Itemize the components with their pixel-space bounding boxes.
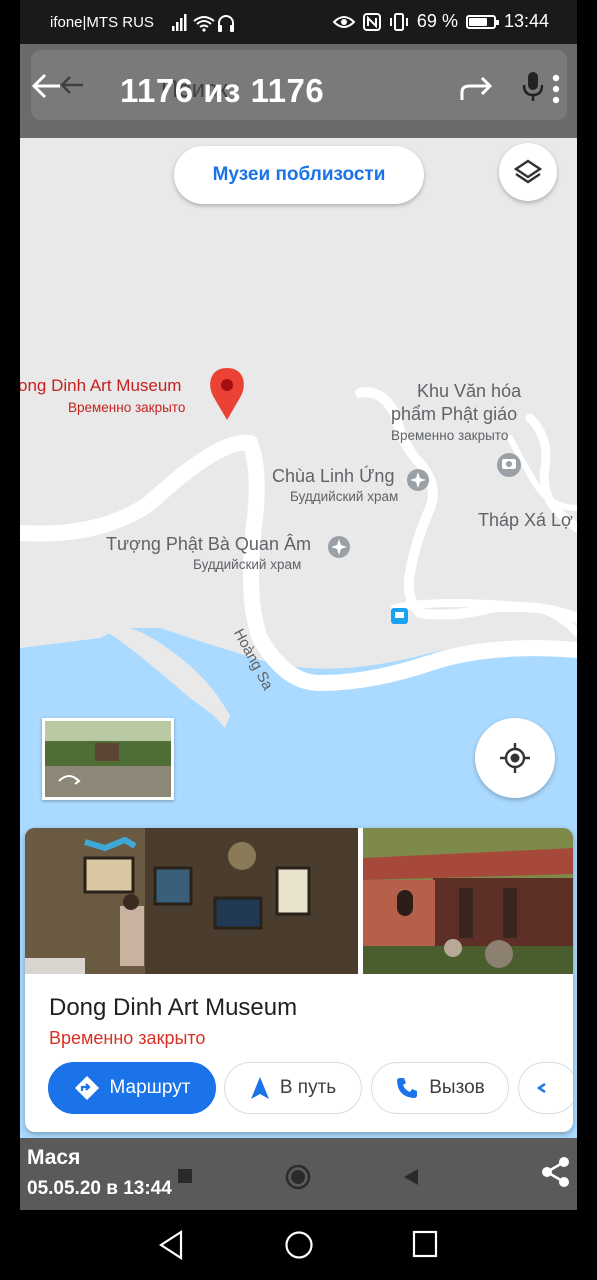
street-view-image [45,721,171,797]
image-counter: 1176 из 1176 [120,72,325,109]
forward-share-icon[interactable] [460,76,494,102]
viewer-top-bar: Поиск 1176 из 1176 [20,44,577,138]
share-icon[interactable] [541,1156,571,1188]
place-actions: Маршрут В путь Вызов [48,1062,573,1114]
route-button[interactable]: Маршрут [48,1062,216,1114]
place-title[interactable]: Dong Dinh Art Museum [49,994,297,1022]
mic-icon[interactable] [522,71,544,103]
back-arrow-icon[interactable] [30,72,62,100]
my-location-icon [500,743,530,773]
battery-level-fill [468,17,487,26]
battery-percent: 69 % [416,11,458,31]
clock: 13:44 [503,11,549,31]
start-navigation-label: В путь [279,1077,337,1098]
call-label: Вызов [429,1077,485,1098]
screen: ifone|MTS RUS 69 % 13:44 Поиск 1176 из 1… [0,0,597,1280]
khu-van-hoa-label[interactable]: Khu Văn hóa [417,381,521,402]
system-nav-bar [0,1210,597,1280]
nav-back-icon[interactable] [158,1230,184,1260]
museum-pin [210,368,244,420]
signal-wifi-headphones-icon [172,14,234,32]
call-button[interactable]: Вызов [371,1062,509,1114]
ghost-home-icon [285,1164,311,1190]
place-photo-interior-image [25,828,358,974]
museum-map-status: Временно закрыто [68,400,186,415]
thap-xa-loi-label[interactable]: Tháp Xá Lợ [478,510,573,531]
more-actions-chip[interactable] [518,1062,573,1114]
start-navigation-button[interactable]: В путь [224,1062,362,1114]
phone-icon [397,1078,418,1098]
museum-map-label[interactable]: ong Dinh Art Museum [20,376,181,396]
route-label: Маршрут [109,1077,191,1098]
battery-icon [465,14,499,29]
museums-nearby-button[interactable]: Музеи поблизости [174,146,424,204]
museums-nearby-label: Музеи поблизости [212,164,386,185]
place-status: Временно закрыто [49,1028,206,1048]
layers-icon [514,159,542,184]
share-chip-icon [537,1083,546,1093]
viewer-info-bar: Мася 05.05.20 в 13:44 [20,1138,577,1210]
place-photo-exterior-image [363,828,573,974]
ghost-recents-icon [178,1169,192,1183]
status-bar: ifone|MTS RUS 69 % 13:44 [20,0,577,44]
ghost-back-icon [404,1169,418,1185]
my-location-button[interactable] [475,718,555,798]
chua-linh-ung-label[interactable]: Chùa Linh Ứng [272,466,394,487]
place-card[interactable]: Dong Dinh Art Museum Временно закрыто Ма… [25,828,573,1132]
vibrate-icon [389,12,408,31]
nfc-icon [362,12,381,31]
photo-date: 05.05.20 в 13:44 [27,1178,172,1199]
directions-icon [74,1076,99,1100]
nav-home-icon[interactable] [284,1230,314,1260]
eye-comfort-icon [332,15,355,28]
place-photo-exterior[interactable] [363,828,573,974]
carrier-label: ifone|MTS RUS [50,14,154,31]
khu-van-hoa-label-line2[interactable]: phẩm Phật giáo [391,404,517,425]
author-name: Мася [27,1146,81,1169]
status-right-group: 69 % 13:44 [332,11,549,32]
layers-button[interactable] [499,143,557,201]
navigation-arrow-icon [250,1077,269,1099]
place-photo-interior[interactable] [25,828,358,974]
nav-recents-icon[interactable] [412,1230,438,1258]
street-view-thumbnail[interactable] [42,718,174,800]
tuong-phat-type: Буддийский храм [193,557,302,572]
search-back-arrow-icon [60,76,83,94]
more-vert-icon[interactable] [551,74,561,104]
chua-linh-ung-type: Буддийский храм [290,489,399,504]
tuong-phat-label[interactable]: Tượng Phật Bà Quan Âm [106,534,311,555]
khu-van-hoa-status: Временно закрыто [391,428,509,443]
